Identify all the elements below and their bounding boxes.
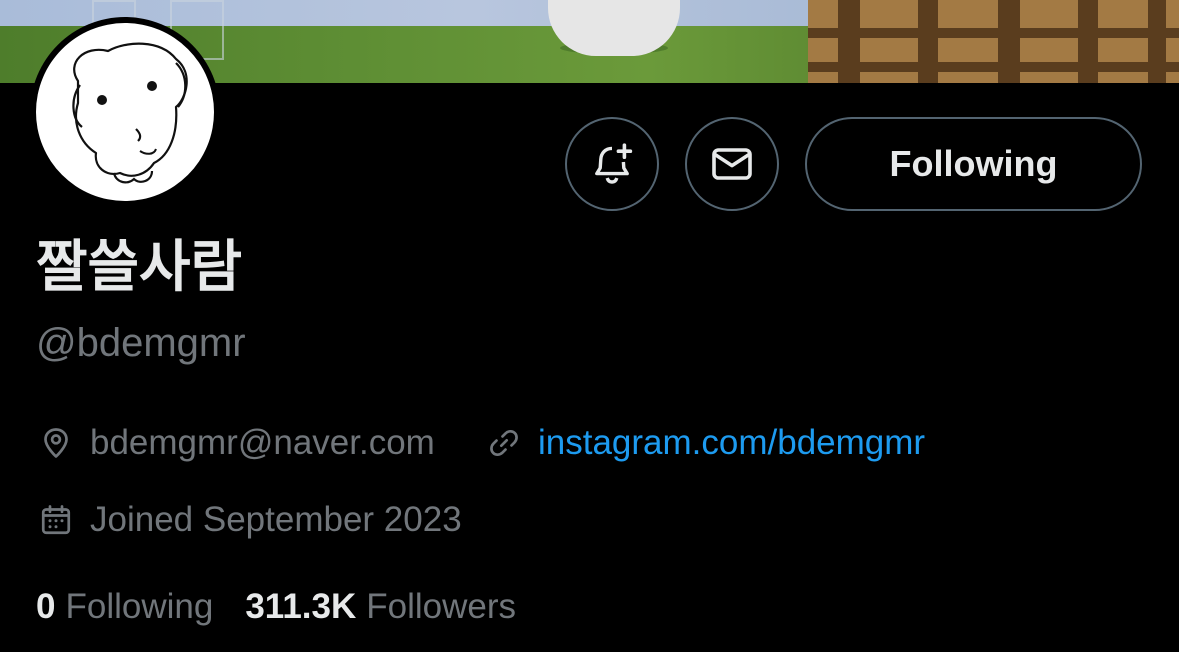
calendar-icon: [38, 502, 74, 538]
user-handle: @bdemgmr: [36, 321, 246, 365]
followers-label: Followers: [366, 587, 517, 626]
notify-button[interactable]: [565, 117, 659, 211]
avatar-image: [36, 23, 214, 201]
following-button[interactable]: Following: [805, 117, 1142, 211]
link-icon: [486, 425, 522, 461]
followers-count-link[interactable]: 311.3K Followers: [245, 585, 516, 629]
following-label: Following: [65, 587, 214, 626]
banner-crate: [808, 0, 1179, 83]
profile-joined-date: Joined September 2023: [38, 498, 462, 542]
profile-page: Following 짤쓸사람 @bdemgmr bdemgmr@naver.co…: [0, 0, 1179, 652]
mail-icon: [712, 148, 752, 180]
following-count-link[interactable]: 0 Following: [36, 585, 213, 629]
following-count: 0: [36, 587, 56, 626]
website-link[interactable]: instagram.com/bdemgmr: [538, 421, 925, 465]
message-button[interactable]: [685, 117, 779, 211]
profile-avatar[interactable]: [30, 17, 220, 207]
location-text: bdemgmr@naver.com: [90, 423, 435, 462]
followers-count: 311.3K: [245, 587, 357, 626]
joined-text: Joined September 2023: [90, 500, 462, 539]
profile-website: instagram.com/bdemgmr: [486, 421, 925, 465]
display-name: 짤쓸사람: [36, 235, 243, 300]
bell-plus-icon: [595, 143, 633, 184]
follow-stats: 0 Following 311.3K Followers: [36, 585, 516, 629]
dog-drawing-icon: [72, 42, 188, 184]
location-pin-icon: [38, 425, 74, 461]
profile-location: bdemgmr@naver.com: [38, 421, 435, 465]
